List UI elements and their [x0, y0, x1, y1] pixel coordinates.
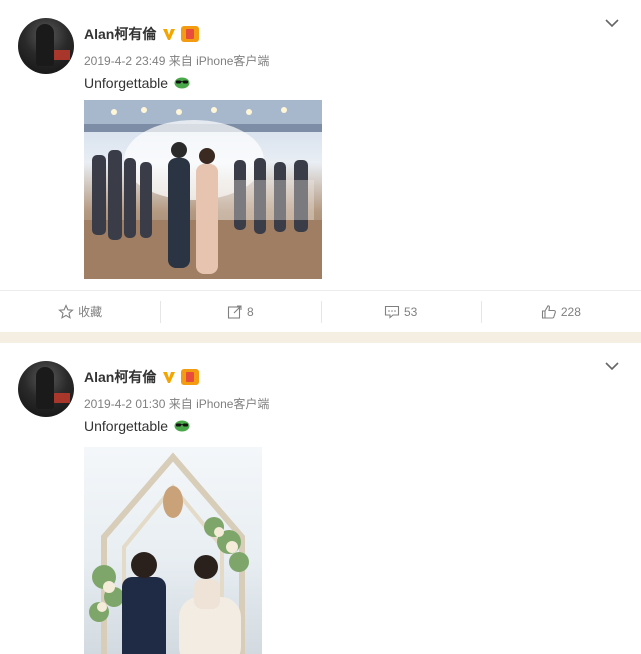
repost-icon	[227, 304, 242, 319]
like-count: 228	[560, 304, 581, 319]
post-card: Alan柯有倫 2019-4-2 23:49 来自 iPhone客户端 Unfo…	[0, 0, 641, 332]
verified-v-icon	[163, 29, 176, 40]
post-text-content: Unforgettable	[84, 418, 169, 434]
post-text: Unforgettable	[84, 75, 190, 91]
vip-badge-icon	[181, 26, 200, 42]
favorite-button[interactable]: 收藏	[0, 291, 160, 332]
post-separator	[0, 332, 641, 343]
repost-button[interactable]: 8	[160, 291, 320, 332]
post-text: Unforgettable	[84, 418, 190, 434]
username-row: Alan柯有倫	[84, 24, 200, 44]
action-bar: 收藏 8 53 228	[0, 290, 641, 332]
post-meta: 2019-4-2 23:49 来自 iPhone客户端	[84, 54, 270, 68]
avatar[interactable]	[18, 18, 74, 74]
post-meta: 2019-4-2 01:30 来自 iPhone客户端	[84, 397, 270, 411]
post-photo[interactable]	[84, 447, 262, 654]
chevron-down-icon[interactable]	[603, 14, 621, 32]
avatar[interactable]	[18, 361, 74, 417]
sunglasses-emoji-icon	[174, 77, 190, 89]
thumbs-up-icon	[541, 304, 556, 319]
username[interactable]: Alan柯有倫	[84, 24, 156, 44]
star-icon	[58, 303, 74, 319]
comment-count: 53	[403, 304, 418, 319]
weibo-feed: Alan柯有倫 2019-4-2 23:49 来自 iPhone客户端 Unfo…	[0, 0, 641, 654]
username-row: Alan柯有倫	[84, 367, 200, 387]
post-card: Alan柯有倫 2019-4-2 01:30 来自 iPhone客户端 Unfo…	[0, 343, 641, 654]
vip-badge-icon	[181, 369, 200, 385]
post-text-content: Unforgettable	[84, 75, 169, 91]
like-button[interactable]: 228	[480, 291, 641, 332]
repost-count: 8	[247, 304, 254, 319]
sunglasses-emoji-icon	[174, 420, 190, 432]
comment-icon	[384, 305, 399, 319]
chevron-down-icon[interactable]	[603, 357, 621, 375]
username[interactable]: Alan柯有倫	[84, 367, 156, 387]
favorite-label: 收藏	[78, 305, 103, 319]
comment-button[interactable]: 53	[320, 291, 481, 332]
post-photo[interactable]	[84, 100, 322, 279]
verified-v-icon	[163, 372, 176, 383]
